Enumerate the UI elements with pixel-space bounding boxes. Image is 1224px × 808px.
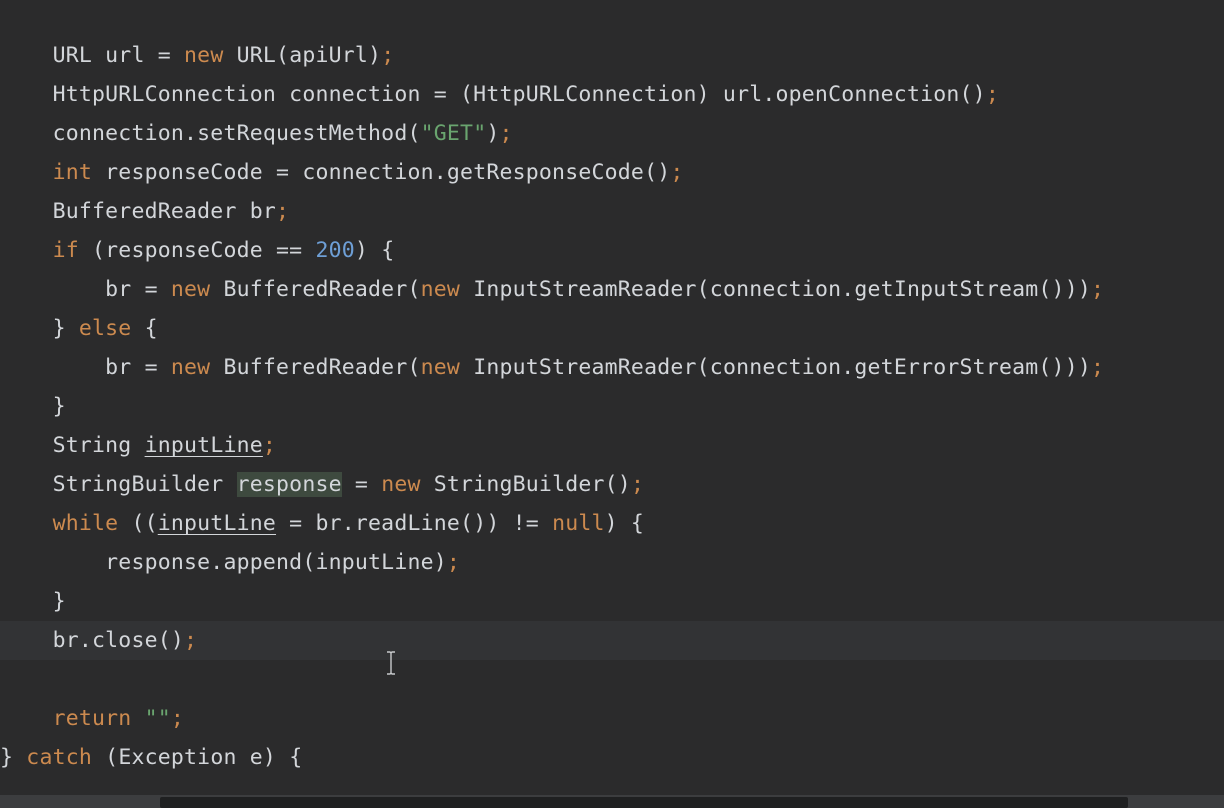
code-line[interactable]: HttpURLConnection connection = (HttpURLC… xyxy=(0,75,1224,114)
code-token: } xyxy=(0,316,79,341)
code-token: int xyxy=(0,160,93,185)
code-token: ; xyxy=(499,121,513,146)
code-token: while xyxy=(0,511,119,536)
code-token: new xyxy=(184,43,224,68)
code-line[interactable]: } xyxy=(0,387,1224,426)
code-token: ; xyxy=(985,82,999,107)
code-line[interactable]: StringBuilder response = new StringBuild… xyxy=(0,465,1224,504)
code-token: BufferedReader( xyxy=(210,277,421,302)
code-line[interactable]: } catch (Exception e) { xyxy=(0,738,1224,777)
code-line[interactable]: if (responseCode == 200) { xyxy=(0,231,1224,270)
code-token: response.append(inputLine) xyxy=(0,550,447,575)
code-token: } xyxy=(0,394,66,419)
code-token: } xyxy=(0,589,66,614)
code-token: 200 xyxy=(315,238,355,263)
code-token: new xyxy=(420,355,461,380)
code-line[interactable]: URL url = new URL(apiUrl); xyxy=(0,36,1224,75)
code-line[interactable]: response.append(inputLine); xyxy=(0,543,1224,582)
code-token: new xyxy=(420,277,461,302)
code-token: String xyxy=(0,433,145,458)
code-token: connection.setRequestMethod( xyxy=(0,121,421,146)
code-token: ; xyxy=(262,433,277,458)
code-token: new xyxy=(170,277,211,302)
code-token: responseCode = connection.getResponseCod… xyxy=(92,160,671,185)
horizontal-scrollbar-thumb[interactable] xyxy=(160,797,1128,808)
text-cursor-icon xyxy=(387,651,395,675)
code-token: new xyxy=(170,355,211,380)
code-token: = br.readLine()) != xyxy=(276,511,553,536)
code-token: "" xyxy=(144,706,171,731)
code-line[interactable]: connection.setRequestMethod("GET"); xyxy=(0,114,1224,153)
code-token: "GET" xyxy=(420,121,487,146)
code-token: ) { xyxy=(604,511,645,536)
code-line[interactable]: return ""; xyxy=(0,699,1224,738)
code-line[interactable]: BufferedReader br; xyxy=(0,192,1224,231)
code-line[interactable]: while ((inputLine = br.readLine()) != nu… xyxy=(0,504,1224,543)
code-token: inputLine xyxy=(144,433,263,458)
code-token: ; xyxy=(381,43,395,68)
code-token: br = xyxy=(0,277,171,302)
code-line[interactable]: br = new BufferedReader(new InputStreamR… xyxy=(0,270,1224,309)
code-token: return xyxy=(0,706,132,731)
code-token: else xyxy=(78,316,132,341)
code-token: ; xyxy=(1090,355,1105,380)
horizontal-scrollbar[interactable] xyxy=(0,795,1224,808)
code-token: URL(apiUrl) xyxy=(223,43,382,68)
code-token: { xyxy=(131,316,158,341)
code-token: InputStreamReader(connection.getErrorStr… xyxy=(460,355,1091,380)
code-line[interactable] xyxy=(0,660,1224,699)
code-token: new xyxy=(381,472,421,497)
code-token: if xyxy=(0,238,79,263)
code-line[interactable]: br = new BufferedReader(new InputStreamR… xyxy=(0,348,1224,387)
code-token: (Exception e) { xyxy=(92,745,303,770)
code-token: StringBuilder() xyxy=(420,472,631,497)
code-token: ; xyxy=(670,160,684,185)
code-token: ) xyxy=(486,121,500,146)
code-token: ; xyxy=(276,199,290,224)
code-line[interactable]: String inputLine; xyxy=(0,426,1224,465)
code-token: BufferedReader br xyxy=(0,199,277,224)
code-token: BufferedReader( xyxy=(210,355,421,380)
code-token: HttpURLConnection connection = (HttpURLC… xyxy=(0,82,986,107)
code-token: ; xyxy=(446,550,461,575)
code-token: (( xyxy=(118,511,158,536)
code-token: (responseCode == xyxy=(78,238,316,263)
code-line-current[interactable]: br.close(); xyxy=(0,621,1224,660)
code-line[interactable]: } xyxy=(0,582,1224,621)
code-token: URL url = xyxy=(0,43,185,68)
code-token: ; xyxy=(630,472,645,497)
code-token: br.close() xyxy=(0,628,185,653)
code-token: response xyxy=(236,472,342,497)
code-token: catch xyxy=(26,745,93,770)
code-token: inputLine xyxy=(157,511,277,536)
code-token: } xyxy=(0,745,27,770)
code-token: ; xyxy=(170,706,185,731)
code-token: InputStreamReader(connection.getInputStr… xyxy=(460,277,1091,302)
code-token: ; xyxy=(184,628,198,653)
code-token: = xyxy=(341,472,382,497)
code-line[interactable]: } else { xyxy=(0,309,1224,348)
code-line[interactable]: int responseCode = connection.getRespons… xyxy=(0,153,1224,192)
code-token: null xyxy=(552,511,605,536)
code-token: ) { xyxy=(354,238,395,263)
code-token: br = xyxy=(0,355,171,380)
code-token: ; xyxy=(1090,277,1105,302)
code-token: StringBuilder xyxy=(0,472,237,497)
code-editor[interactable]: URL url = new URL(apiUrl); HttpURLConnec… xyxy=(0,0,1224,808)
